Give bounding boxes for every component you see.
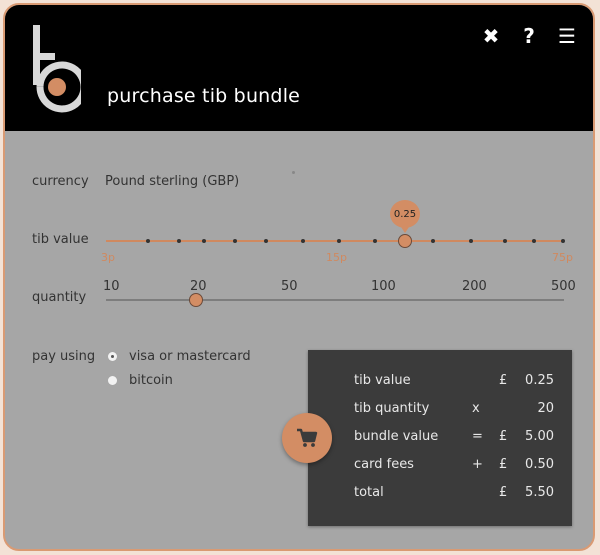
tib-value-tick: 3p — [101, 251, 115, 264]
app-window: purchase tib bundle ✖ ? ☰ currency Pound… — [3, 3, 595, 551]
summary-amount: 0.50 — [525, 457, 554, 472]
summary-label: card fees — [354, 457, 414, 472]
summary-panel: tib value £ 0.25 tib quantity x 20 bundl… — [308, 350, 572, 526]
summary-amount: 5.00 — [525, 429, 554, 444]
close-icon[interactable]: ✖ — [481, 24, 501, 48]
quantity-tick: 10 — [103, 279, 120, 294]
help-icon[interactable]: ? — [519, 24, 539, 48]
tib-value-track — [106, 240, 564, 242]
menu-icon[interactable]: ☰ — [557, 24, 577, 48]
summary-label: tib value — [354, 373, 411, 388]
quantity-tick: 20 — [190, 279, 207, 294]
currency-select[interactable]: Pound sterling (GBP) — [105, 174, 239, 189]
quantity-handle[interactable] — [189, 293, 203, 307]
radio-bitcoin[interactable] — [108, 376, 117, 385]
radio-bitcoin-label[interactable]: bitcoin — [129, 373, 173, 388]
tib-value-tick: 15p — [326, 251, 347, 264]
quantity-tick: 50 — [281, 279, 298, 294]
dropdown-indicator-icon — [292, 171, 295, 174]
summary-currency: £ — [499, 457, 508, 472]
summary-operator: = — [472, 429, 483, 444]
quantity-tick: 200 — [462, 279, 487, 294]
summary-row: card fees + £ 0.50 — [354, 457, 554, 477]
summary-label: total — [354, 485, 384, 500]
summary-row: tib value £ 0.25 — [354, 373, 554, 393]
slider-step-dot — [301, 239, 305, 243]
tib-value-label: tib value — [32, 232, 89, 247]
checkout-button[interactable] — [282, 413, 332, 463]
quantity-tick: 100 — [371, 279, 396, 294]
slider-step-dot — [177, 239, 181, 243]
summary-amount: 20 — [537, 401, 554, 416]
summary-operator: + — [472, 457, 483, 472]
summary-currency: £ — [499, 429, 508, 444]
slider-step-dot — [202, 239, 206, 243]
quantity-tick: 500 — [551, 279, 576, 294]
cart-icon — [297, 428, 318, 447]
slider-step-dot — [561, 239, 565, 243]
slider-step-dot — [146, 239, 150, 243]
summary-row: total £ 5.50 — [354, 485, 554, 505]
slider-step-dot — [469, 239, 473, 243]
quantity-track[interactable] — [106, 299, 564, 301]
tib-value-tick: 75p — [552, 251, 573, 264]
summary-label: tib quantity — [354, 401, 430, 416]
slider-step-dot — [337, 239, 341, 243]
summary-amount: 5.50 — [525, 485, 554, 500]
slider-step-dot — [233, 239, 237, 243]
summary-currency: £ — [499, 485, 508, 500]
summary-amount: 0.25 — [525, 373, 554, 388]
tib-value-handle[interactable] — [398, 234, 412, 248]
tib-value-bubble: 0.25 — [390, 200, 420, 233]
summary-row: tib quantity x 20 — [354, 401, 554, 421]
pay-using-label: pay using — [32, 349, 96, 364]
summary-operator: x — [472, 401, 480, 416]
summary-row: bundle value = £ 5.00 — [354, 429, 554, 449]
slider-step-dot — [431, 239, 435, 243]
slider-step-dot — [264, 239, 268, 243]
slider-step-dot — [373, 239, 377, 243]
currency-label: currency — [32, 174, 89, 189]
tib-logo — [33, 25, 81, 113]
header-bar: purchase tib bundle ✖ ? ☰ — [5, 5, 593, 131]
summary-currency: £ — [499, 373, 508, 388]
summary-label: bundle value — [354, 429, 439, 444]
slider-step-dot — [532, 239, 536, 243]
slider-step-dot — [503, 239, 507, 243]
radio-visa-label[interactable]: visa or mastercard — [129, 349, 251, 364]
radio-visa[interactable] — [108, 352, 117, 361]
quantity-label: quantity — [32, 290, 87, 305]
page-title: purchase tib bundle — [107, 85, 301, 107]
